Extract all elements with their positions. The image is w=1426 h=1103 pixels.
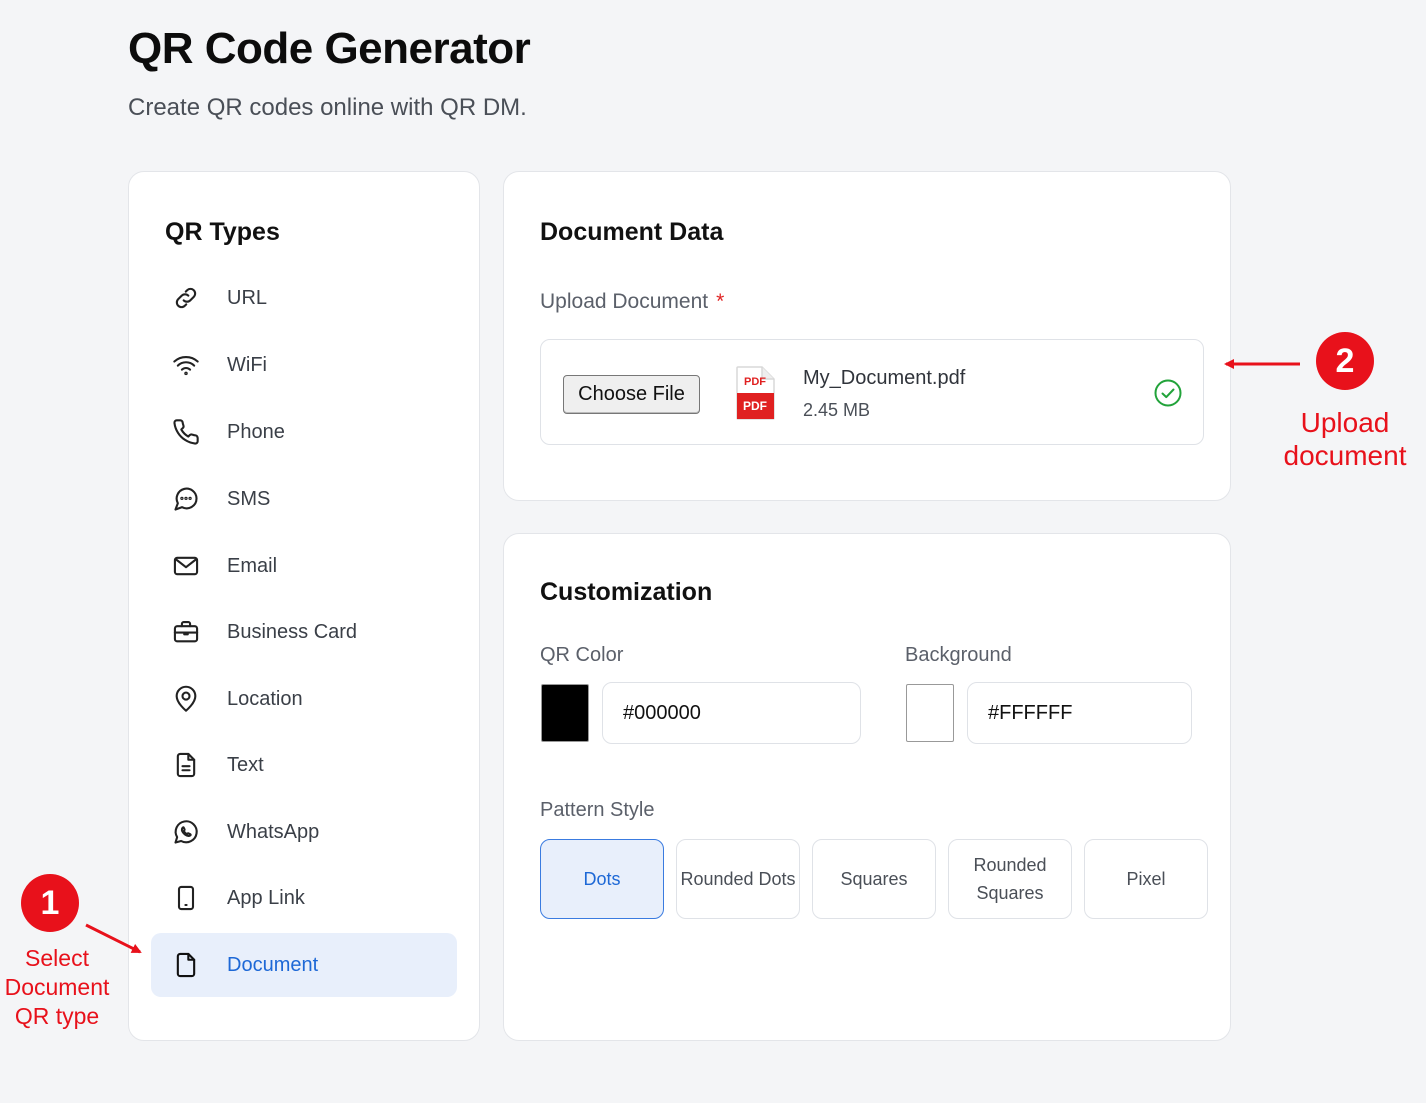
qr-color-label: QR Color: [540, 644, 624, 666]
qr-color-input[interactable]: [602, 682, 861, 744]
qr-type-label: WiFi: [227, 353, 267, 376]
qr-type-label: WhatsApp: [227, 820, 320, 843]
qr-types-title: QR Types: [165, 218, 280, 246]
link-icon: [171, 283, 201, 313]
text-file-icon: [171, 750, 201, 780]
pattern-dots-button[interactable]: Dots: [540, 839, 664, 919]
uploaded-file-size: 2.45 MB: [803, 400, 871, 420]
briefcase-icon: [171, 617, 201, 647]
qr-type-url[interactable]: URL: [151, 266, 457, 330]
upload-document-label: Upload Document *: [540, 290, 724, 314]
background-color-swatch[interactable]: [906, 684, 954, 742]
pattern-rounded-squares-button[interactable]: Rounded Squares: [948, 839, 1072, 919]
customization-title: Customization: [540, 578, 713, 606]
pattern-pixel-button[interactable]: Pixel: [1084, 839, 1208, 919]
uploaded-file-name: My_Document.pdf: [803, 367, 966, 389]
upload-label-text: Upload Document: [540, 290, 709, 313]
location-pin-icon: [171, 684, 201, 714]
qr-type-label: URL: [227, 286, 268, 309]
annotation-step-2-text: Upload document: [1283, 407, 1407, 471]
pdf-file-icon: PDF PDF: [735, 366, 775, 420]
annotation-step-1-badge: 1: [21, 874, 79, 932]
qr-type-label: Business Card: [227, 620, 358, 643]
qr-type-sms[interactable]: SMS: [151, 467, 457, 531]
qr-color-swatch[interactable]: [541, 684, 589, 742]
mail-icon: [171, 551, 201, 581]
annotation-step-2-badge: 2: [1316, 332, 1374, 390]
choose-file-button[interactable]: Choose File: [563, 375, 700, 414]
qr-type-label: Text: [227, 753, 264, 776]
pattern-squares-button[interactable]: Squares: [812, 839, 936, 919]
annotation-step-1-text: Select Document QR type: [4, 945, 110, 1029]
qr-type-document[interactable]: Document: [151, 933, 457, 997]
page-subtitle: Create QR codes online with QR DM.: [128, 94, 527, 121]
document-data-panel: Document Data Upload Document * Choose Fi…: [503, 171, 1231, 501]
pattern-rounded-dots-button[interactable]: Rounded Dots: [676, 839, 800, 919]
qr-type-label: SMS: [227, 487, 271, 510]
file-upload-box[interactable]: Choose File PDF PDF My_Document.pdf 2.45…: [540, 339, 1204, 445]
document-data-title: Document Data: [540, 218, 724, 246]
background-color-label: Background: [905, 644, 1012, 666]
qr-type-label: App Link: [227, 886, 305, 909]
required-mark: *: [716, 290, 725, 313]
qr-type-wifi[interactable]: WiFi: [151, 333, 457, 397]
qr-type-app-link[interactable]: App Link: [151, 866, 457, 930]
qr-type-business-card[interactable]: Business Card: [151, 600, 457, 664]
qr-type-whatsapp[interactable]: WhatsApp: [151, 800, 457, 864]
qr-type-location[interactable]: Location: [151, 667, 457, 731]
smartphone-icon: [171, 883, 201, 913]
page-title: QR Code Generator: [128, 24, 531, 73]
qr-type-email[interactable]: Email: [151, 534, 457, 598]
phone-icon: [171, 417, 201, 447]
document-icon: [171, 950, 201, 980]
qr-type-label: Phone: [227, 420, 285, 443]
whatsapp-icon: [171, 817, 201, 847]
qr-types-panel: QR Types URL WiFi Phone SMS Email Busine…: [128, 171, 480, 1041]
message-icon: [171, 484, 201, 514]
customization-panel: Customization QR Color Background Patter…: [503, 533, 1231, 1041]
upload-success-check-icon: [1153, 378, 1183, 408]
background-color-input[interactable]: [967, 682, 1192, 744]
qr-type-phone[interactable]: Phone: [151, 400, 457, 464]
pdf-icon-label-bottom: PDF: [743, 399, 767, 413]
pdf-icon-label-top: PDF: [744, 376, 766, 388]
qr-type-label: Location: [227, 687, 303, 710]
qr-type-label: Document: [227, 953, 319, 976]
qr-type-text[interactable]: Text: [151, 733, 457, 797]
qr-type-label: Email: [227, 554, 278, 577]
pattern-style-label: Pattern Style: [540, 799, 655, 821]
wifi-icon: [171, 350, 201, 380]
